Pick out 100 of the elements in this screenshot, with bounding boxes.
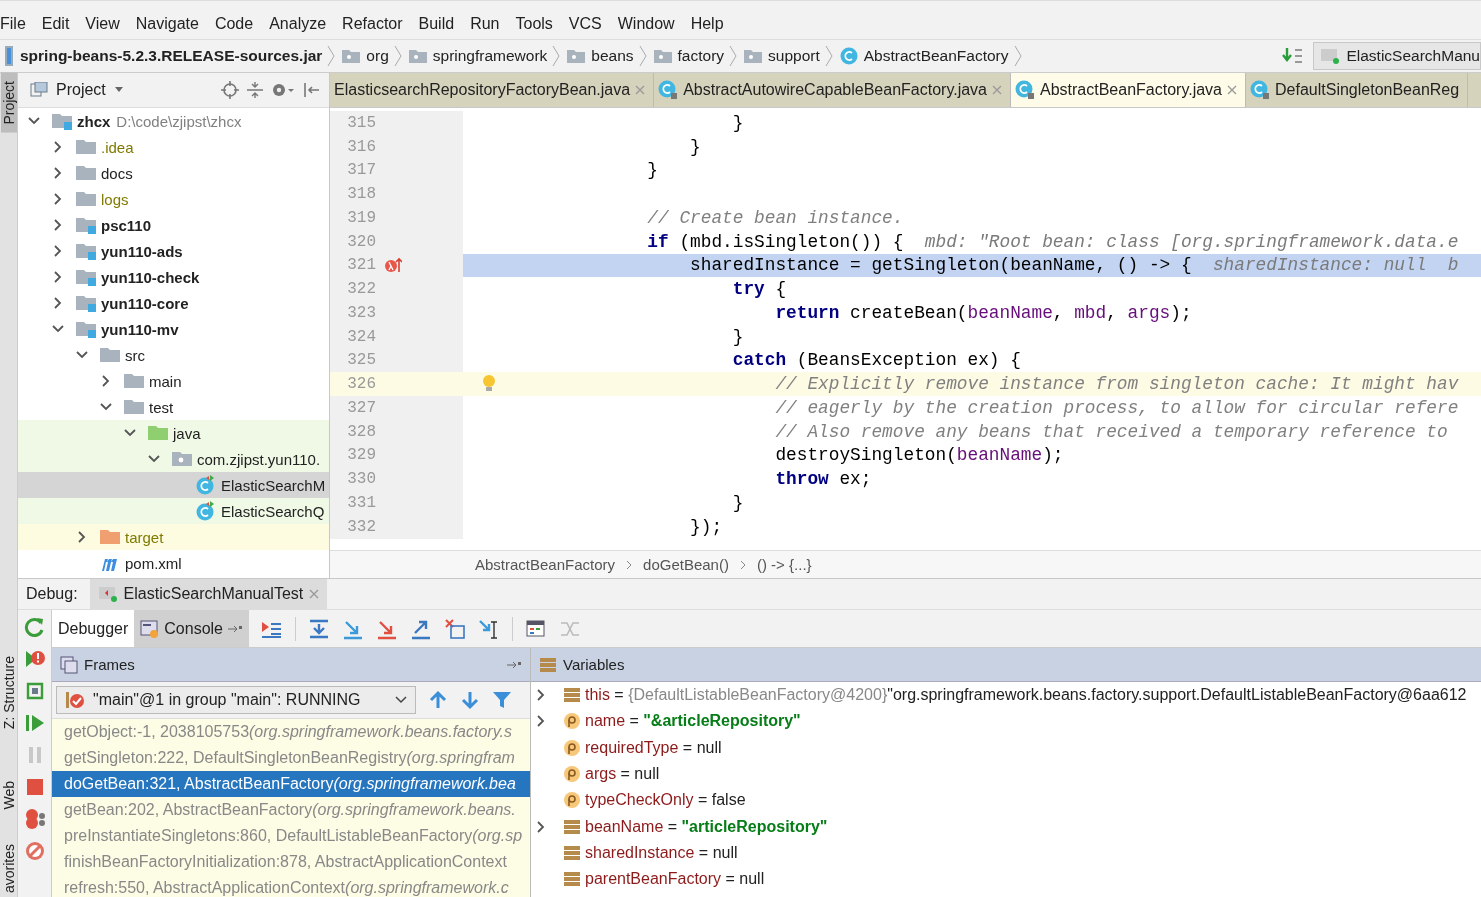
breadcrumb-item[interactable]: spring-beans-5.2.3.RELEASE-sources.jar — [4, 46, 323, 66]
session-tab[interactable]: ElasticSearchManualTest — [89, 579, 328, 609]
tree-row[interactable]: docs — [18, 160, 329, 186]
frame-item[interactable]: refresh:550, AbstractApplicationContext(org.springframework.c — [52, 875, 530, 897]
frame-item[interactable]: doGetBean:321, AbstractBeanFactory(org.springframework.bea — [52, 771, 530, 797]
menu-item[interactable]: Edit — [41, 15, 77, 33]
breadcrumb-item[interactable]: AbstractBeanFactory — [839, 47, 1009, 65]
run-to-cursor-icon[interactable] — [478, 617, 500, 640]
panel-title[interactable]: Project — [56, 81, 106, 99]
variable-entry[interactable]: args = null — [585, 765, 660, 784]
tree-row[interactable]: java — [18, 420, 329, 446]
breadcrumb-item[interactable]: AbstractBeanFactory — [475, 556, 616, 573]
tree-row[interactable]: com.zjipst.yun110. — [18, 446, 329, 472]
calculator-icon[interactable] — [525, 618, 547, 639]
tree-label: yun110-check — [101, 268, 200, 286]
tree-row[interactable]: zhcx D:\code\zjipst\zhcx — [18, 108, 329, 134]
tool-window-tab[interactable]: Z: Structure — [0, 652, 17, 734]
editor-tab[interactable]: AbstractBeanFactory.java — [1011, 73, 1246, 107]
breakpoints-icon[interactable] — [23, 808, 46, 830]
editor-tab[interactable]: AbstractAutowireCapableBeanFactory.java — [654, 73, 1011, 107]
tree-label: .idea — [101, 138, 134, 156]
drop-frame-icon[interactable] — [444, 617, 466, 640]
frame-item[interactable]: getBean:202, AbstractBeanFactory(org.springframework.beans. — [52, 797, 530, 823]
tree-row[interactable]: test — [18, 394, 329, 420]
menu-item[interactable]: View — [85, 15, 127, 33]
tool-window-tab[interactable]: avorites — [0, 839, 17, 897]
download-arrow-icon[interactable] — [1282, 46, 1305, 66]
class-icon — [839, 47, 858, 65]
menu-item[interactable]: File — [0, 15, 33, 33]
breadcrumb-item[interactable]: support — [744, 47, 820, 65]
variable-entry[interactable]: requiredType = null — [585, 738, 722, 757]
breadcrumb-item[interactable]: springframework — [408, 47, 548, 65]
breadcrumb-item[interactable]: factory — [653, 47, 725, 65]
variable-entry[interactable]: beanName = "articleRepository" — [585, 817, 828, 836]
variable-entry[interactable]: name = "&articleRepository" — [585, 712, 801, 731]
tree-row[interactable]: yun110-mv — [18, 316, 329, 342]
step-over-icon[interactable] — [308, 617, 330, 640]
lambda-breakpoint-icon[interactable] — [384, 256, 402, 275]
pin-arrow-icon[interactable] — [506, 659, 522, 670]
frame-item[interactable]: getSingleton:222, DefaultSingletonBeanRegistry(org.springfram — [52, 745, 530, 771]
menu-item[interactable]: Build — [418, 15, 462, 33]
editor-tab[interactable]: ElasticsearchRepositoryFactoryBean.java — [330, 73, 655, 107]
breadcrumb-item[interactable]: doGetBean() — [643, 556, 729, 573]
debugger-tab[interactable]: Debugger — [52, 610, 135, 647]
tree-label: yun110-mv — [101, 320, 179, 338]
menu-item[interactable]: Window — [617, 15, 682, 33]
hide-panel-icon[interactable] — [303, 81, 319, 99]
variable-entry[interactable]: this = {DefaultListableBeanFactory@4200}"org.springframework.beans.factory.support.DefaultListableBeanFactory@6aa612 — [585, 686, 1467, 705]
menu-item[interactable]: Run — [470, 15, 507, 33]
breadcrumb-item[interactable]: beans — [567, 47, 634, 65]
tree-row[interactable]: src — [18, 342, 329, 368]
tree-row[interactable]: yun110-core — [18, 290, 329, 316]
menu-item[interactable]: Navigate — [135, 15, 206, 33]
menu-item[interactable]: Code — [214, 15, 261, 33]
frame-item[interactable]: finishBeanFactoryInitialization:878, AbstractApplicationContext — [52, 849, 530, 875]
crosshair-icon[interactable] — [221, 81, 239, 99]
tool-window-tab[interactable]: Web — [0, 777, 17, 814]
tree-row[interactable]: yun110-check — [18, 264, 329, 290]
pin-arrow-icon[interactable] — [227, 623, 243, 634]
close-icon[interactable] — [1227, 85, 1237, 95]
breadcrumb-item[interactable]: () -> {...} — [756, 556, 812, 573]
menu-item[interactable]: Tools — [515, 15, 560, 33]
rerun-icon[interactable] — [23, 616, 46, 638]
filter-icon[interactable] — [492, 690, 512, 710]
breadcrumb-item[interactable]: org — [342, 47, 389, 65]
resume-icon[interactable] — [23, 712, 46, 734]
tree-row[interactable]: pom.xml — [18, 550, 329, 576]
variable-entry[interactable]: sharedInstance = null — [585, 843, 738, 862]
editor-tab[interactable]: DefaultSingletonBeanReg — [1246, 73, 1469, 107]
frame-item[interactable]: preInstantiateSingletons:860, DefaultListableBeanFactory(org.sp — [52, 823, 530, 849]
variable-entry[interactable]: parentBeanFactory = null — [585, 870, 765, 889]
tree-row[interactable]: ElasticSearchQ — [18, 498, 329, 524]
tree-row[interactable]: main — [18, 368, 329, 394]
menu-item[interactable]: Help — [690, 15, 731, 33]
code-line: }); — [689, 516, 723, 537]
thread-dropdown[interactable]: "main"@1 in group "main": RUNNING — [56, 686, 416, 714]
collapse-icon[interactable] — [247, 81, 263, 99]
tree-row[interactable]: target — [18, 524, 329, 550]
arrow-down-icon[interactable] — [460, 690, 480, 710]
tree-label: ElasticSearchM — [221, 476, 326, 494]
run-configuration-dropdown[interactable]: ElasticSearchManu — [1313, 42, 1481, 70]
tree-row[interactable]: psc110 — [18, 212, 329, 238]
mute-icon[interactable] — [23, 840, 46, 862]
gear-icon[interactable] — [271, 81, 295, 99]
tree-row[interactable]: yun110-ads — [18, 238, 329, 264]
tree-row[interactable]: ElasticSearchM — [18, 472, 329, 498]
arrow-up-icon[interactable] — [428, 690, 448, 710]
tree-row[interactable]: .idea — [18, 134, 329, 160]
exception-icon[interactable] — [23, 648, 46, 670]
close-icon[interactable] — [309, 589, 320, 599]
dropdown-caret-icon[interactable] — [113, 86, 124, 94]
tool-window-tab[interactable]: Project — [0, 73, 17, 133]
tree-row[interactable]: logs — [18, 186, 329, 212]
line-number: 323 — [346, 303, 376, 322]
menu-item[interactable]: VCS — [568, 15, 609, 33]
menu-item[interactable]: Analyze — [269, 15, 334, 33]
frame-item[interactable]: getObject:-1, 2038105753(org.springframework.beans.factory.s — [52, 719, 530, 745]
variable-entry[interactable]: typeCheckOnly = false — [585, 791, 746, 810]
menu-item[interactable]: Refactor — [342, 15, 410, 33]
debugger-tab[interactable]: Console — [134, 610, 249, 647]
